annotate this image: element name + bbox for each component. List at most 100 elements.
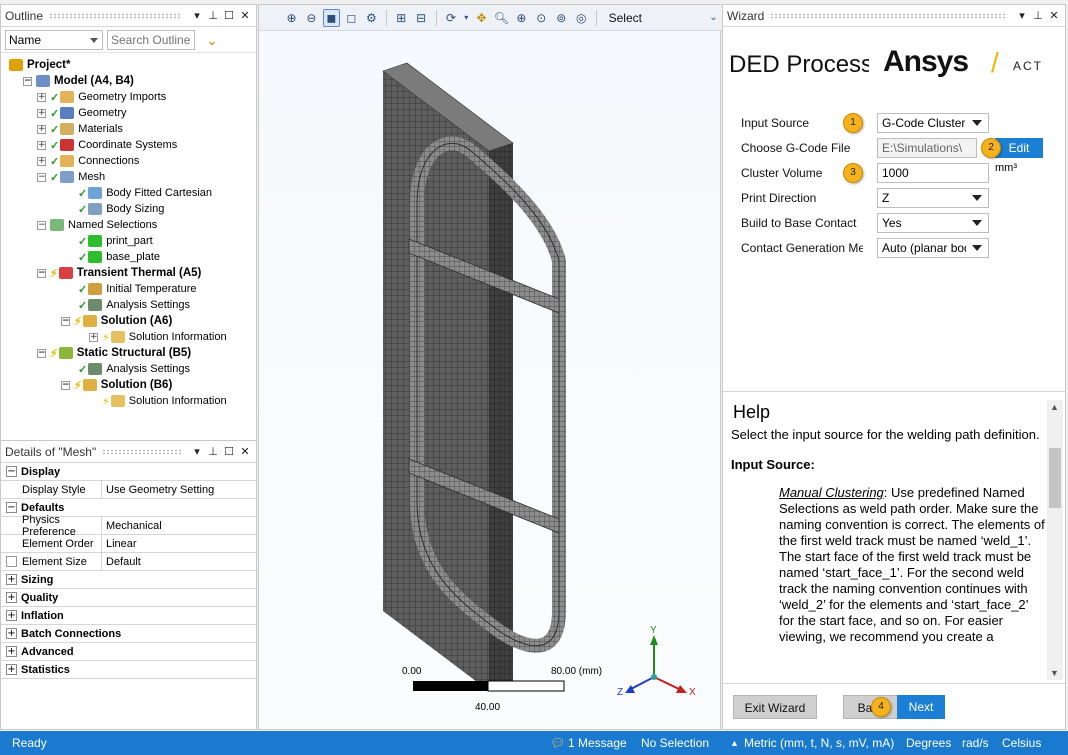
tree-node[interactable]: + ✓ Materials: [37, 121, 123, 137]
property-value[interactable]: Mechanical: [102, 520, 162, 532]
cluster-volume-input[interactable]: 1000: [877, 163, 989, 183]
details-property-row[interactable]: Physics Preference Mechanical: [1, 514, 256, 538]
tree-node[interactable]: − Named Selections: [37, 217, 157, 233]
pin-icon[interactable]: ⊥: [1031, 9, 1045, 22]
maximize-icon[interactable]: ☐: [222, 445, 236, 458]
details-property-row[interactable]: Element Order Linear: [1, 535, 256, 553]
select-mode-button[interactable]: Select: [609, 11, 642, 25]
dropdown-arrow-icon[interactable]: ▾: [190, 9, 204, 22]
field-select[interactable]: Yes: [877, 213, 989, 233]
field-select[interactable]: Z: [877, 188, 989, 208]
details-category-row[interactable]: + Sizing: [1, 571, 256, 589]
graphics-viewport[interactable]: ⊕ ⊖ ◼ ◻ ⚙ ⊞ ⊟ ⟳ ▾ ✥ 🔍︎ ⊕ ⊙ ⊚ ◎ Select ⌄: [258, 4, 722, 731]
expand-icon[interactable]: +: [37, 156, 46, 166]
details-property-row[interactable]: Element Size Default: [1, 553, 256, 571]
pin-icon[interactable]: ⊥: [206, 9, 220, 22]
toolbar-overflow-icon[interactable]: ⌄: [705, 9, 722, 27]
details-category-row[interactable]: + Quality: [1, 589, 256, 607]
tree-node[interactable]: ✓ Analysis Settings: [65, 297, 190, 313]
tree-node[interactable]: − Model (A4, B4): [23, 73, 134, 89]
rotate-icon[interactable]: ⟳: [443, 9, 460, 27]
dropdown-arrow-icon[interactable]: ▾: [190, 445, 204, 458]
details-category-row[interactable]: + Inflation: [1, 607, 256, 625]
gcode-file-path[interactable]: E:\Simulations\: [877, 138, 977, 158]
previous-view-icon[interactable]: ◎: [573, 9, 590, 27]
parameter-checkbox[interactable]: [6, 556, 17, 567]
zoom-to-fit-icon[interactable]: ⊙: [533, 9, 550, 27]
show-mesh-icon[interactable]: ⚙: [363, 9, 380, 27]
outline-filter-select[interactable]: Name: [5, 29, 103, 50]
mesh-model-graphic[interactable]: 0.00 80.00 (mm) 40.00 Y X Z: [259, 31, 722, 731]
close-icon[interactable]: ✕: [238, 9, 252, 22]
tree-node[interactable]: ✓ Body Sizing: [65, 201, 164, 217]
tree-node[interactable]: + ✓ Connections: [37, 153, 139, 169]
collapse-icon[interactable]: −: [37, 348, 46, 358]
scroll-up-icon[interactable]: ▲: [1050, 402, 1059, 412]
expand-icon[interactable]: +: [37, 92, 46, 102]
tree-node[interactable]: − ⚡︎ Solution (A6): [61, 313, 172, 329]
panel-grip[interactable]: [770, 12, 1007, 19]
tree-node[interactable]: + ✓ Coordinate Systems: [37, 137, 177, 153]
tree-node[interactable]: + ✓ Geometry: [37, 105, 127, 121]
shaded-mode-icon[interactable]: ◼: [322, 8, 340, 27]
expand-options-icon[interactable]: ⌄: [199, 30, 225, 50]
close-icon[interactable]: ✕: [1047, 9, 1061, 22]
units-caret-icon[interactable]: ▲: [730, 738, 739, 748]
expand-icon[interactable]: +: [37, 140, 46, 150]
panel-grip[interactable]: [102, 448, 182, 455]
tree-node[interactable]: − ✓ Mesh: [37, 169, 105, 185]
wireframe-mode-icon[interactable]: ◻: [343, 9, 360, 27]
details-category-row[interactable]: + Statistics: [1, 661, 256, 679]
tree-node[interactable]: ✓ Analysis Settings: [65, 361, 190, 377]
expand-icon[interactable]: +: [6, 646, 17, 657]
expand-icon[interactable]: +: [6, 610, 17, 621]
maximize-icon[interactable]: ☐: [222, 9, 236, 22]
rotation-unit[interactable]: rad/s: [962, 736, 989, 750]
expand-icon[interactable]: +: [6, 592, 17, 603]
panel-grip[interactable]: [49, 12, 182, 19]
details-category-row[interactable]: − Display: [1, 463, 256, 481]
zoom-out-icon[interactable]: ⊖: [303, 9, 320, 27]
tree-node[interactable]: ✓ base_plate: [65, 249, 160, 265]
expand-icon[interactable]: +: [6, 664, 17, 675]
expand-icon[interactable]: +: [89, 332, 98, 342]
help-scrollbar[interactable]: ▲ ▼: [1047, 400, 1063, 680]
collapse-icon[interactable]: −: [23, 76, 32, 86]
scroll-thumb[interactable]: [1049, 448, 1061, 508]
message-icon[interactable]: 💬︎: [550, 736, 565, 750]
magnifier-icon[interactable]: ⊚: [553, 9, 570, 27]
next-button[interactable]: Next: [897, 695, 945, 719]
temperature-unit[interactable]: Celsius: [1002, 736, 1041, 750]
tree-node[interactable]: + ⚡︎ Solution Information: [89, 329, 227, 345]
tree-node[interactable]: − ⚡︎ Transient Thermal (A5): [37, 265, 201, 281]
pin-icon[interactable]: ⊥: [206, 445, 220, 458]
collapse-icon[interactable]: −: [37, 172, 46, 182]
expand-icon[interactable]: +: [6, 574, 17, 585]
tree-node[interactable]: ✓ Body Fitted Cartesian: [65, 185, 212, 201]
collapse-icon[interactable]: −: [6, 466, 17, 477]
details-category-row[interactable]: + Advanced: [1, 643, 256, 661]
expand-icon[interactable]: +: [6, 628, 17, 639]
tree-node[interactable]: ⚡︎ Solution Information: [89, 393, 227, 409]
close-icon[interactable]: ✕: [238, 445, 252, 458]
property-value[interactable]: Use Geometry Setting: [102, 484, 214, 496]
tree-node[interactable]: ✓ Initial Temperature: [65, 281, 197, 297]
angle-unit[interactable]: Degrees: [906, 736, 951, 750]
messages-count[interactable]: 1 Message: [568, 736, 627, 750]
field-select[interactable]: Auto (planar bodies): [877, 238, 989, 258]
explode-icon[interactable]: ⊞: [393, 9, 410, 27]
property-value[interactable]: Default: [102, 556, 141, 568]
axis-triad[interactable]: Y X Z: [617, 625, 696, 698]
collapse-icon[interactable]: −: [37, 220, 46, 230]
unit-system[interactable]: Metric (mm, t, N, s, mV, mA): [744, 736, 894, 750]
zoom-icon[interactable]: 🔍︎: [493, 9, 510, 27]
tree-node[interactable]: Project*: [9, 57, 70, 73]
collapse-icon[interactable]: −: [6, 502, 17, 513]
tree-node[interactable]: − ⚡︎ Solution (B6): [61, 377, 172, 393]
search-outline-input[interactable]: [107, 29, 195, 50]
property-value[interactable]: Linear: [102, 538, 137, 550]
field-select[interactable]: G-Code Clusters: [877, 113, 989, 133]
tree-node[interactable]: − ⚡︎ Static Structural (B5): [37, 345, 191, 361]
edit-file-button[interactable]: Edit: [995, 138, 1043, 158]
tree-node[interactable]: ✓ print_part: [65, 233, 153, 249]
